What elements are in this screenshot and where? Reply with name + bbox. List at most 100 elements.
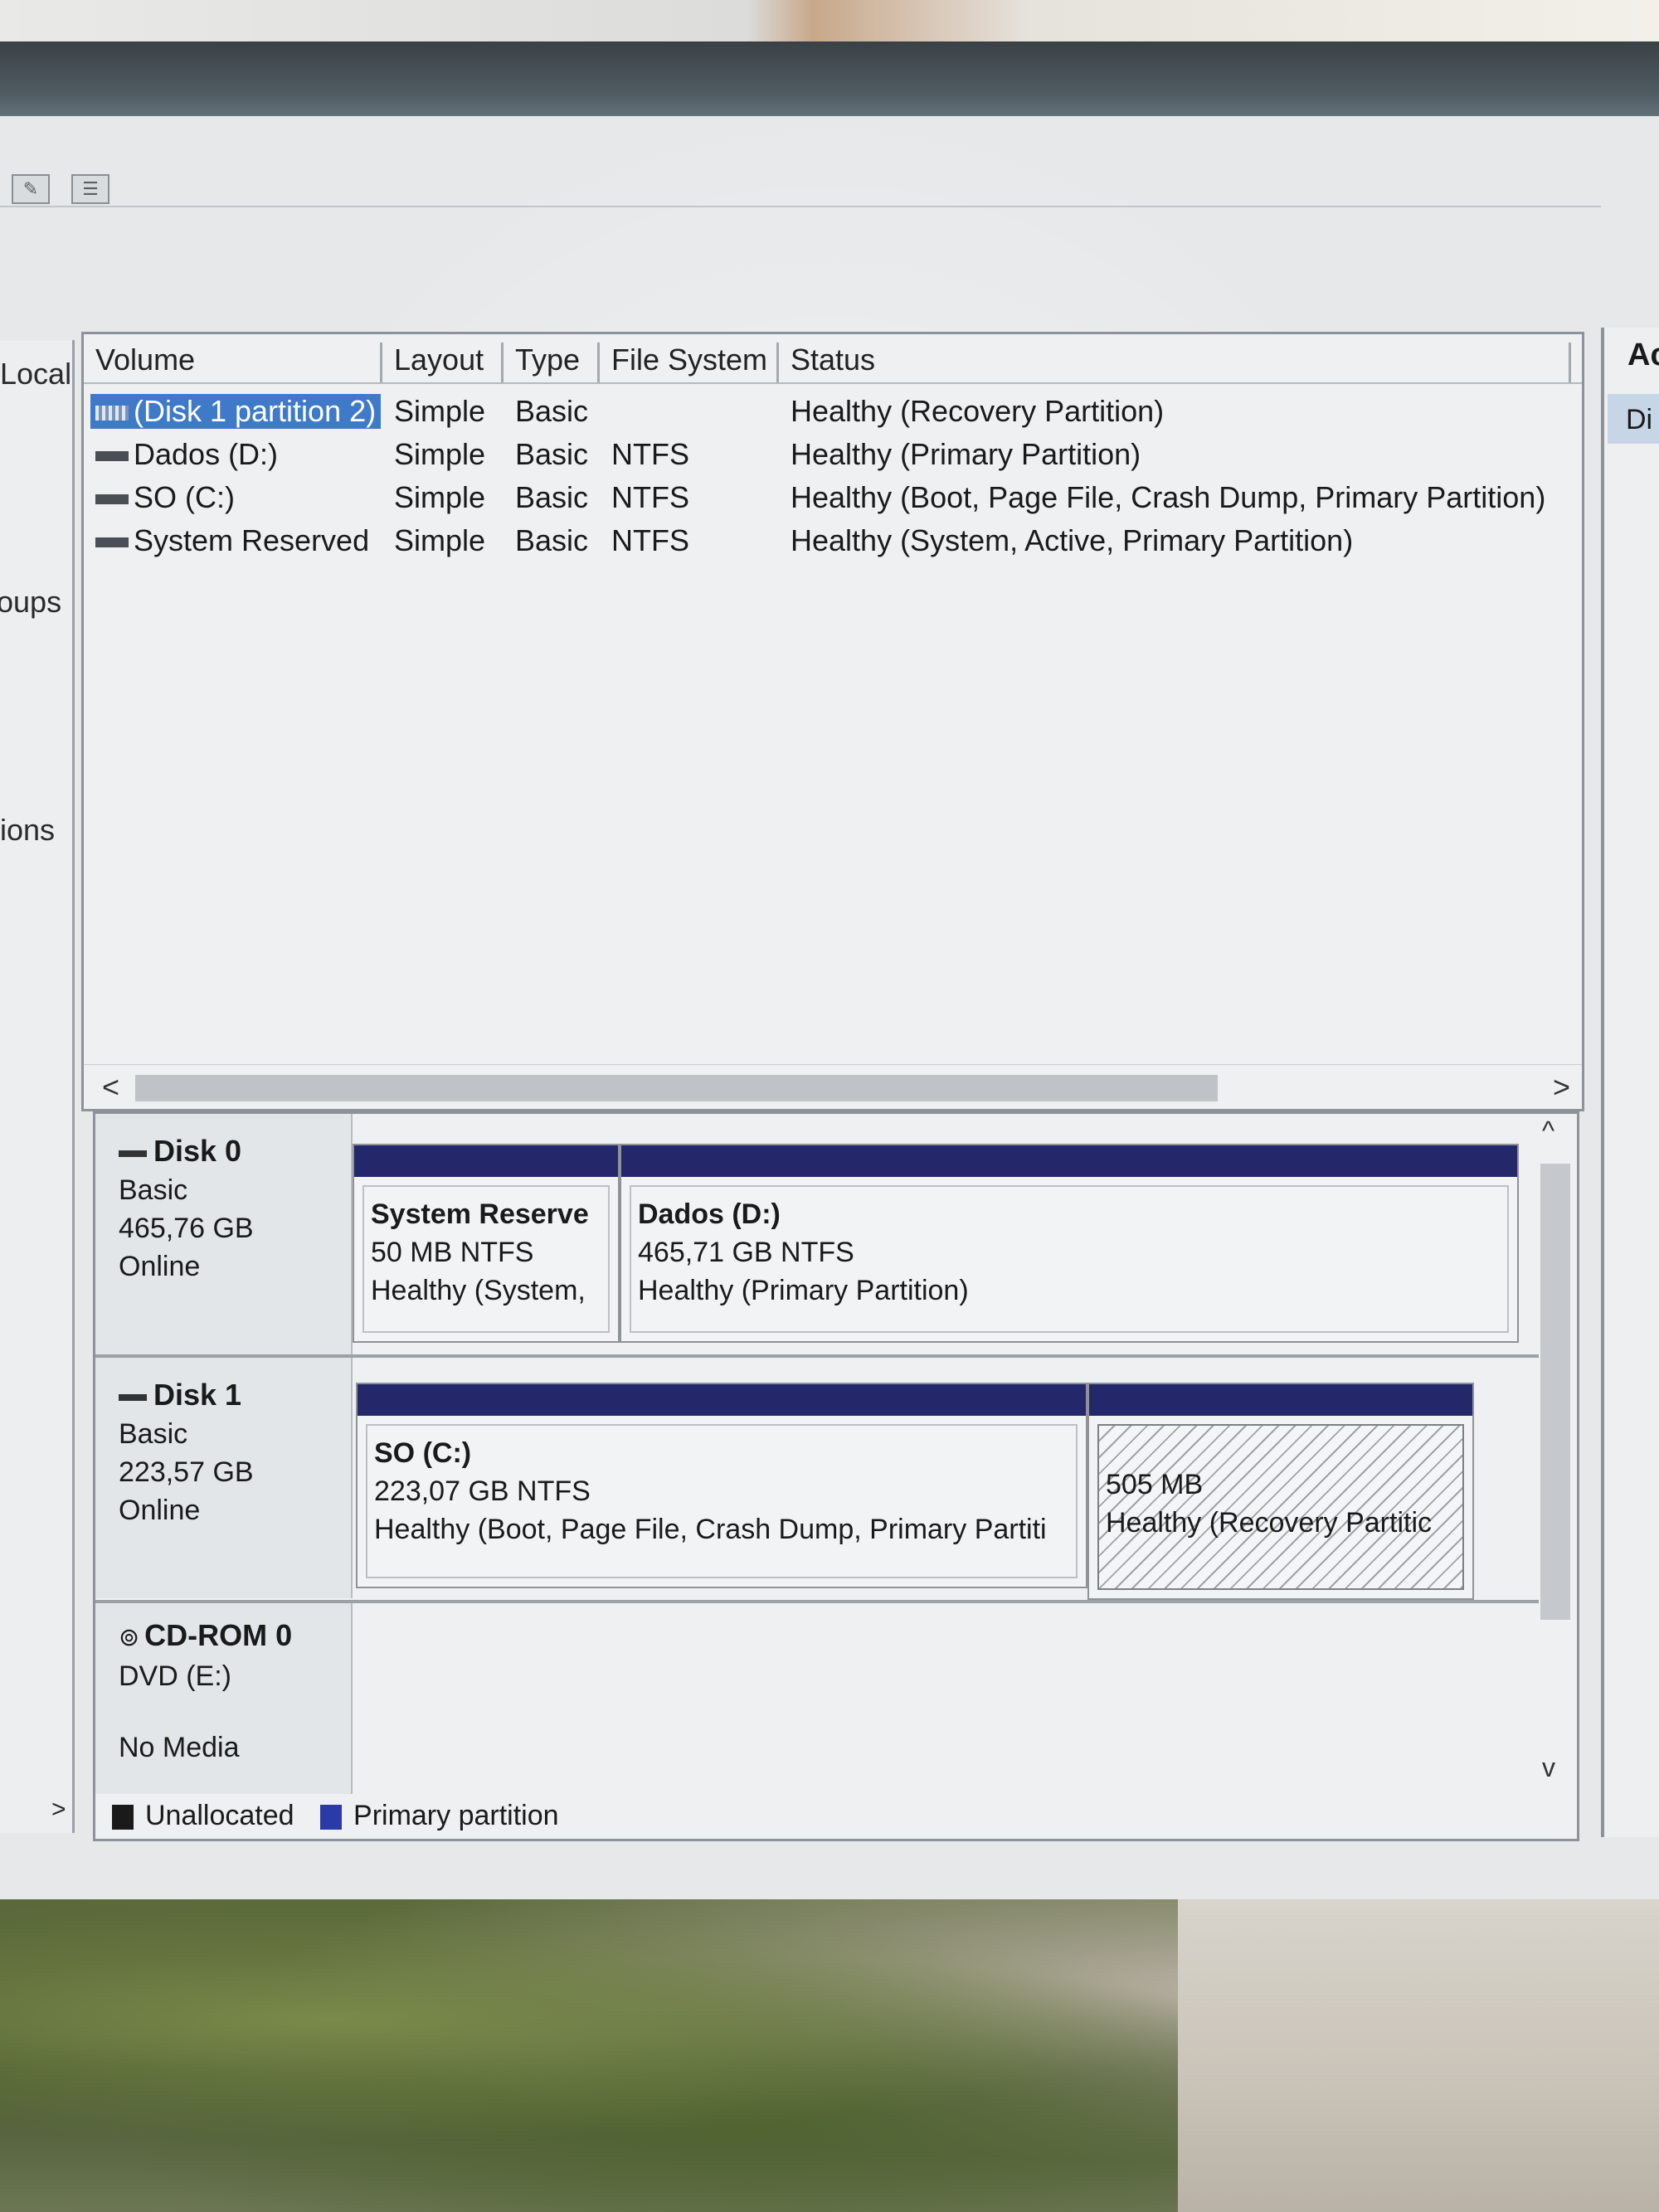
- partition-color-bar: [1089, 1384, 1472, 1416]
- actions-item-disk-management[interactable]: Di: [1608, 394, 1659, 444]
- nav-item-local[interactable]: Local: [0, 357, 71, 391]
- disk-size: 223,57 GB: [119, 1456, 254, 1488]
- partition-color-bar: [358, 1384, 1086, 1416]
- volume-row[interactable]: (Disk 1 partition 2) Simple Basic Health…: [84, 389, 1582, 432]
- scroll-left-arrow[interactable]: <: [102, 1070, 119, 1105]
- toolbar: [0, 158, 1601, 207]
- unallocated-swatch: [112, 1805, 134, 1830]
- disk-row-disk-1: Disk 1 Basic 223,57 GB Online SO (C:) 22…: [95, 1358, 1539, 1600]
- volume-name-cell: Dados (D:): [90, 437, 283, 472]
- nav-item-groups[interactable]: oups: [0, 585, 61, 620]
- column-header-layout[interactable]: Layout: [382, 343, 504, 382]
- nav-expand-arrow[interactable]: >: [51, 1796, 66, 1824]
- partition-color-bar: [354, 1145, 618, 1177]
- volume-name-cell: System Reserved: [90, 523, 374, 558]
- cd-rom-icon: ⊚: [119, 1624, 140, 1651]
- disk-row-disk-0: Disk 0 Basic 465,76 GB Online System Res…: [95, 1114, 1539, 1354]
- column-header-file-system[interactable]: File System: [600, 343, 779, 382]
- volume-row[interactable]: Dados (D:) Simple Basic NTFS Healthy (Pr…: [84, 432, 1582, 475]
- disk-icon: [119, 1394, 147, 1402]
- actions-pane: Ac Di: [1601, 328, 1659, 1837]
- disk-name: Disk 0: [153, 1134, 242, 1168]
- disk-kind: Basic: [119, 1174, 188, 1206]
- volume-icon: [95, 451, 129, 462]
- file-system-cell: NTFS: [611, 437, 689, 471]
- actions-title: Ac: [1627, 338, 1659, 372]
- layout-cell: Simple: [394, 523, 486, 557]
- partition-body: 505 MB Healthy (Recovery Partitic: [1097, 1424, 1464, 1590]
- partition-recovery[interactable]: 505 MB Healthy (Recovery Partitic: [1087, 1383, 1474, 1600]
- volume-list-header: Volume Layout Type File System Status: [84, 334, 1582, 384]
- legend: Unallocated Primary partition: [112, 1800, 577, 1832]
- partition-size: 505 MB: [1106, 1469, 1204, 1500]
- navigation-pane: Local oups ions >: [0, 340, 75, 1833]
- volume-row[interactable]: System Reserved Simple Basic NTFS Health…: [84, 518, 1582, 562]
- legend-label: Unallocated: [145, 1800, 294, 1831]
- disk-map: Disk 0 Basic 465,76 GB Online System Res…: [93, 1111, 1579, 1841]
- disk-kind: DVD (E:): [119, 1660, 231, 1692]
- volume-name-cell: (Disk 1 partition 2): [90, 394, 382, 429]
- type-cell: Basic: [515, 523, 589, 557]
- help-icon[interactable]: ✎: [12, 174, 50, 204]
- partition-status: Healthy (Boot, Page File, Crash Dump, Pr…: [374, 1514, 1047, 1545]
- disk-label[interactable]: Disk 0 Basic 465,76 GB Online: [95, 1114, 353, 1354]
- horizontal-scroll-thumb[interactable]: [135, 1075, 1218, 1101]
- disk-icon: [119, 1150, 147, 1158]
- type-cell: Basic: [515, 480, 589, 514]
- file-system-cell: NTFS: [611, 523, 689, 557]
- status-cell: Healthy (System, Active, Primary Partiti…: [791, 523, 1354, 557]
- partition-size: 223,07 GB NTFS: [374, 1475, 591, 1507]
- partition-name: SO (C:): [374, 1437, 472, 1469]
- properties-icon[interactable]: ☰: [71, 174, 109, 204]
- column-header-type[interactable]: Type: [504, 343, 600, 382]
- partition-color-bar: [621, 1145, 1517, 1177]
- disk-media: No Media: [119, 1732, 240, 1763]
- volume-row[interactable]: SO (C:) Simple Basic NTFS Healthy (Boot,…: [84, 475, 1582, 518]
- partition-name: System Reserve: [371, 1198, 589, 1230]
- partition-status: Healthy (Recovery Partitic: [1106, 1507, 1433, 1539]
- partition-so-c[interactable]: SO (C:) 223,07 GB NTFS Healthy (Boot, Pa…: [356, 1383, 1087, 1588]
- disk-row-cdrom-0: ⊚ CD-ROM 0 DVD (E:) No Media: [95, 1603, 1539, 1794]
- disk-state: Online: [119, 1251, 201, 1282]
- layout-cell: Simple: [394, 394, 486, 428]
- disk-size: 465,76 GB: [119, 1213, 254, 1244]
- column-header-volume[interactable]: Volume: [84, 343, 382, 382]
- partition-body: System Reserve 50 MB NTFS Healthy (Syste…: [362, 1185, 610, 1333]
- horizontal-scrollbar[interactable]: < >: [84, 1064, 1582, 1109]
- disk-name: Disk 1: [153, 1378, 242, 1412]
- volume-list: Volume Layout Type File System Status (D…: [81, 332, 1584, 1111]
- scroll-up-arrow[interactable]: ^: [1542, 1116, 1554, 1146]
- partition-size: 50 MB NTFS: [371, 1237, 534, 1268]
- type-cell: Basic: [515, 394, 589, 428]
- layout-cell: Simple: [394, 437, 486, 471]
- partition-status: Healthy (System,: [371, 1275, 586, 1306]
- disk-label[interactable]: Disk 1 Basic 223,57 GB Online: [95, 1358, 353, 1598]
- disk-name: CD-ROM 0: [144, 1618, 293, 1652]
- volume-icon: [95, 537, 129, 548]
- vertical-scrollbar[interactable]: ^ v: [1534, 1114, 1577, 1794]
- scroll-down-arrow[interactable]: v: [1542, 1753, 1555, 1783]
- partition-size: 465,71 GB NTFS: [638, 1237, 854, 1268]
- scroll-right-arrow[interactable]: >: [1553, 1070, 1570, 1105]
- volume-icon: [95, 406, 129, 421]
- file-system-cell: NTFS: [611, 480, 689, 514]
- vertical-scroll-thumb[interactable]: [1540, 1164, 1570, 1620]
- partition-dados-d[interactable]: Dados (D:) 465,71 GB NTFS Healthy (Prima…: [620, 1144, 1519, 1343]
- primary-swatch: [320, 1805, 343, 1830]
- partition-system-reserved[interactable]: System Reserve 50 MB NTFS Healthy (Syste…: [353, 1144, 620, 1343]
- disk-state: Online: [119, 1495, 201, 1526]
- desktop-wallpaper-sky: [1178, 1891, 1659, 2212]
- type-cell: Basic: [515, 437, 589, 471]
- column-header-status[interactable]: Status: [779, 343, 1571, 382]
- partition-name: Dados (D:): [638, 1198, 781, 1230]
- partition-body: SO (C:) 223,07 GB NTFS Healthy (Boot, Pa…: [366, 1424, 1078, 1578]
- disk-kind: Basic: [119, 1418, 188, 1450]
- status-cell: Healthy (Recovery Partition): [791, 394, 1165, 428]
- legend-item-primary: Primary partition: [320, 1800, 559, 1832]
- status-cell: Healthy (Primary Partition): [791, 437, 1141, 471]
- legend-label: Primary partition: [353, 1800, 559, 1831]
- legend-item-unallocated: Unallocated: [112, 1800, 294, 1832]
- disk-label[interactable]: ⊚ CD-ROM 0 DVD (E:) No Media: [95, 1603, 353, 1794]
- nav-item-sessions[interactable]: ions: [0, 813, 55, 848]
- volume-icon: [95, 494, 129, 505]
